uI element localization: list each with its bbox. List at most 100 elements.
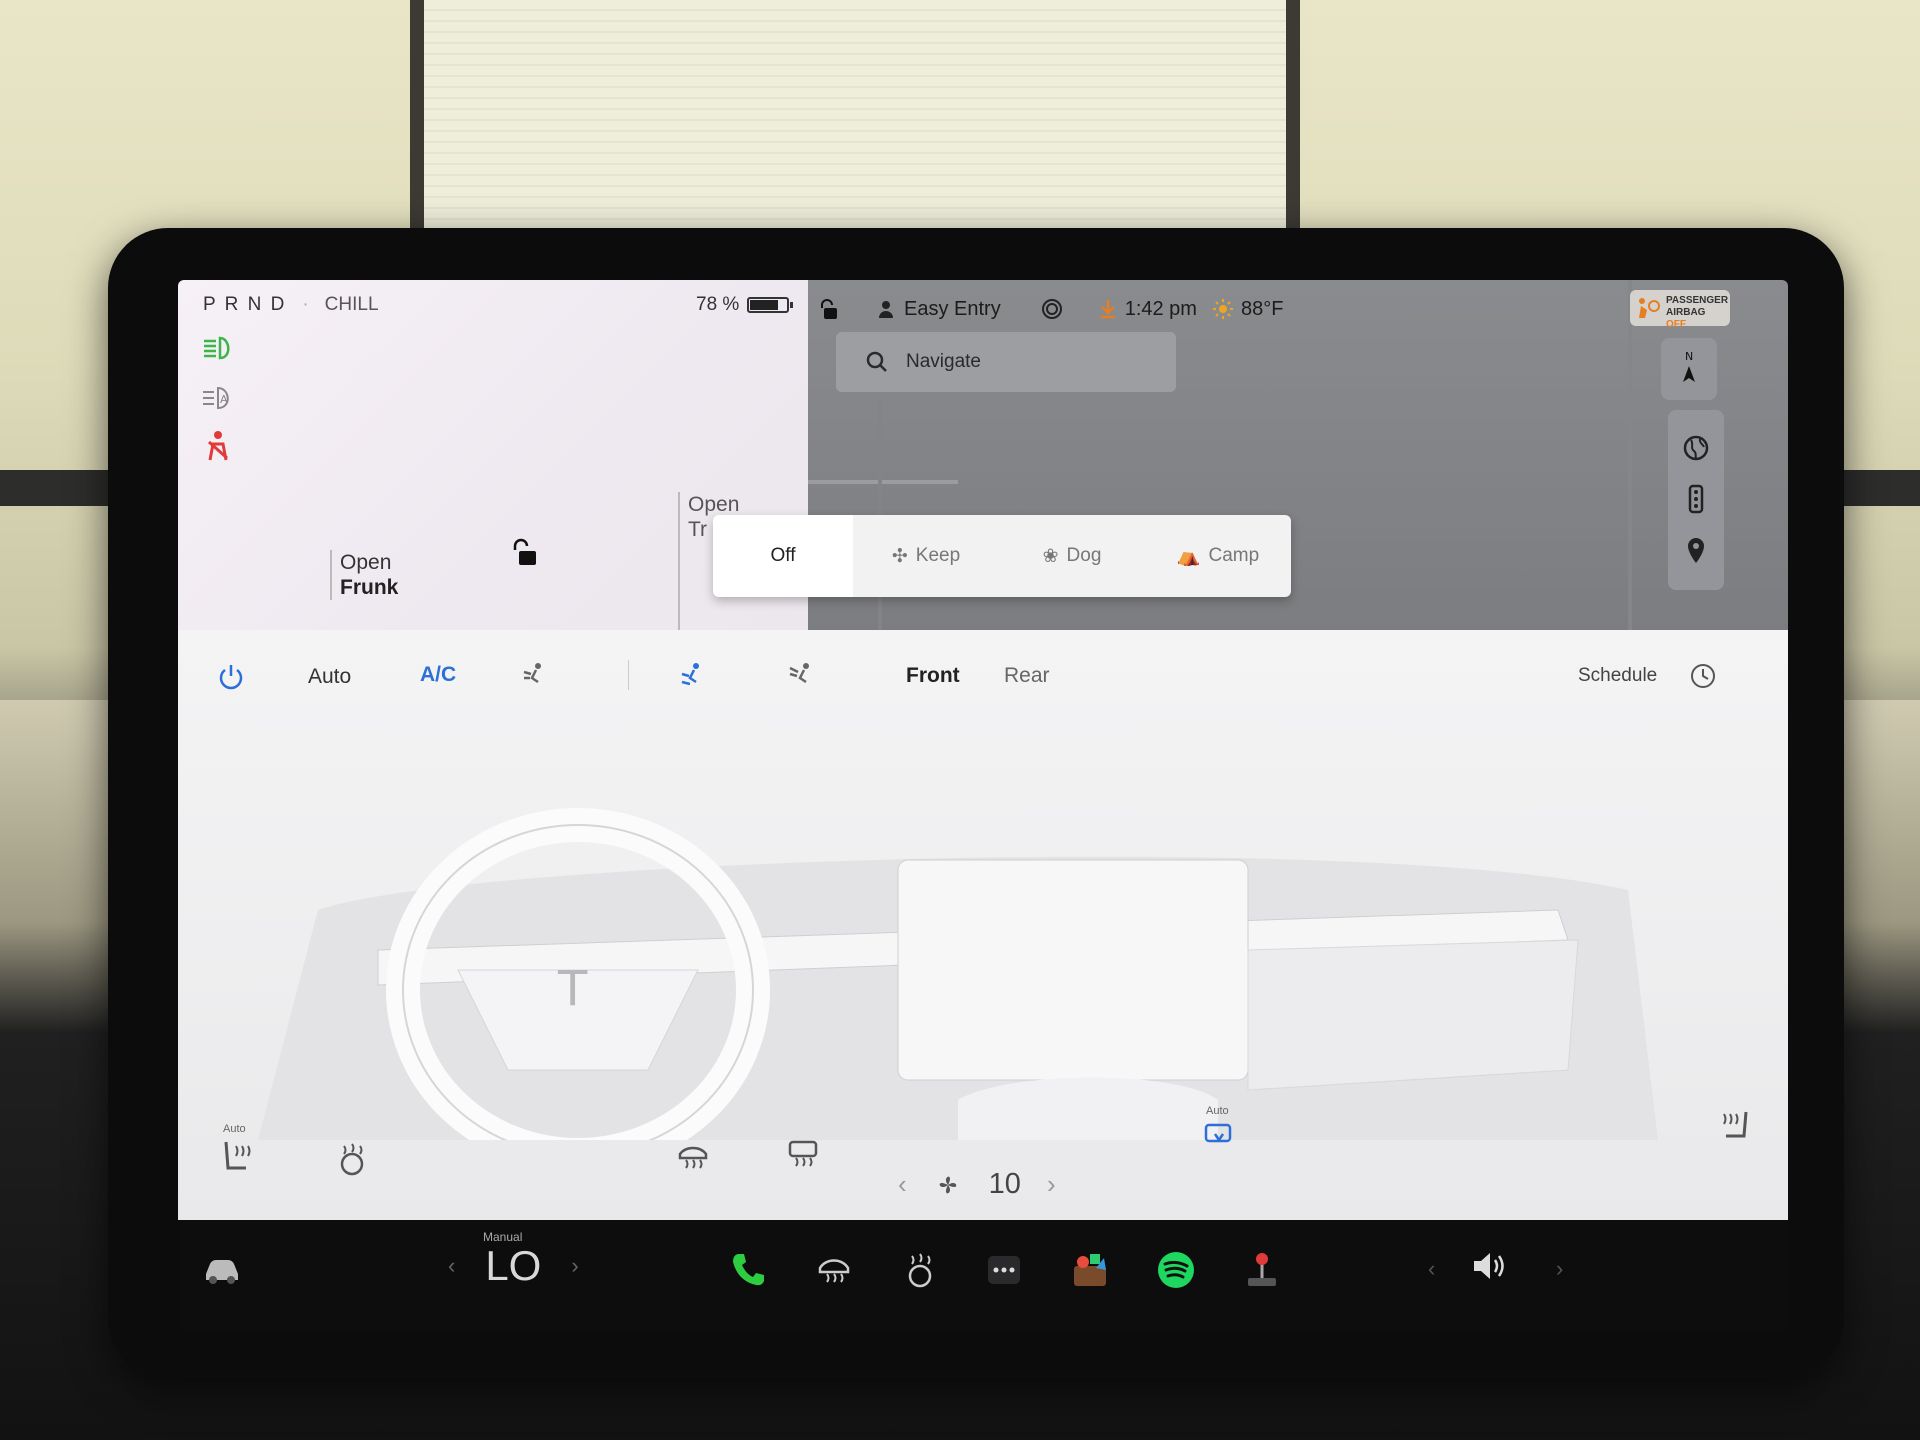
fan-icon (939, 1176, 956, 1193)
auto-high-beam-icon: A (203, 386, 229, 410)
compass-button[interactable]: N (1661, 338, 1717, 400)
climate-keeper-keep[interactable]: ✣ Keep (853, 515, 999, 597)
climate-keeper-dog-label: Dog (1066, 545, 1102, 566)
climate-keeper-keep-label: Keep (915, 545, 961, 566)
time-display: 1:42 pm (1124, 297, 1197, 320)
schedule-button[interactable]: Schedule (1578, 665, 1657, 687)
arcade-joystick-icon[interactable] (1240, 1248, 1284, 1292)
volume-increase-chevron-icon[interactable]: › (1556, 1256, 1563, 1282)
clock-icon[interactable] (1690, 663, 1716, 689)
dock-steering-heater-icon[interactable] (898, 1248, 942, 1292)
climate-auto-button[interactable]: Auto (308, 665, 351, 689)
front-defrost-icon[interactable] (676, 1140, 710, 1170)
navigate-placeholder: Navigate (906, 351, 981, 372)
temp-decrease-chevron-icon[interactable]: ‹ (448, 1253, 455, 1279)
climate-power-icon[interactable] (216, 662, 246, 692)
map-road (1628, 280, 1632, 630)
airflow-windshield-icon[interactable] (786, 660, 816, 690)
center-screen-shape (897, 859, 1249, 1081)
car-icon[interactable] (200, 1248, 244, 1292)
tent-icon: ⛺ (1176, 546, 1201, 567)
climate-keeper-off[interactable]: Off (713, 515, 853, 597)
fan-increase-chevron-icon[interactable]: › (1047, 1169, 1056, 1200)
fan-speed-value: 10 (988, 1168, 1021, 1200)
svg-text:T: T (557, 961, 588, 1017)
dock-front-defrost-icon[interactable] (812, 1248, 856, 1292)
search-icon (866, 351, 887, 372)
climate-keeper-camp[interactable]: ⛺ Camp (1145, 515, 1291, 597)
map-controls (1668, 410, 1724, 590)
climate-keeper-selector: Off ✣ Keep ❀ Dog ⛺ Camp (713, 515, 1291, 597)
sentry-mode-icon[interactable] (1041, 298, 1063, 320)
lock-status-icon[interactable] (818, 298, 838, 320)
divider (628, 660, 629, 690)
software-update-icon[interactable] (1099, 299, 1117, 319)
seatbelt-warning-icon (208, 431, 228, 461)
traffic-light-icon[interactable] (1685, 484, 1707, 514)
recirculation-icon[interactable] (1203, 1122, 1233, 1148)
seat-auto-label: Auto (223, 1123, 246, 1135)
driver-profile[interactable]: Easy Entry (876, 298, 1001, 321)
spotify-icon[interactable] (1154, 1248, 1198, 1292)
cabin-interior-illustration: T (258, 808, 1658, 1140)
recirculation-auto-label: Auto (1206, 1105, 1229, 1117)
passenger-seat-heater-icon[interactable] (1718, 1108, 1752, 1144)
open-frunk-label-1: Open (340, 551, 392, 574)
drive-status: P R N D · CHILL (203, 294, 379, 316)
bottom-dock: Manual ‹ LO › ‹ › (178, 1220, 1788, 1330)
open-frunk-label-2: Frunk (340, 576, 399, 599)
sun-icon (1212, 299, 1233, 319)
map-road (808, 480, 958, 484)
airbag-state: OFF (1666, 319, 1686, 330)
outside-temperature: 88°F (1212, 297, 1284, 321)
globe-icon[interactable] (1682, 434, 1710, 462)
climate-keeper-off-label: Off (770, 545, 796, 566)
airbag-label-1: PASSENGER (1666, 295, 1729, 306)
gear-indicator: P R N D (203, 294, 287, 315)
location-pin-icon[interactable] (1685, 536, 1707, 566)
window-blind (410, 0, 1300, 235)
navigate-search[interactable]: Navigate (836, 332, 1176, 392)
person-icon (879, 301, 893, 318)
temperature-control: ‹ LO › (448, 1242, 579, 1290)
fan-small-icon: ✣ (891, 545, 908, 567)
top-status-bar: Easy Entry 1:42 pm 88°F (818, 294, 1283, 324)
airbag-icon (1639, 298, 1660, 318)
tab-rear[interactable]: Rear (1004, 664, 1050, 688)
driver-profile-name: Easy Entry (904, 297, 1001, 320)
volume-icon[interactable] (1468, 1244, 1512, 1288)
battery-status: 78 % (696, 294, 794, 316)
rear-defrost-icon[interactable] (786, 1138, 820, 1168)
climate-toolbar: Auto A/C Front Rear Schedule (178, 630, 1788, 730)
airflow-feet-icon[interactable] (676, 660, 706, 690)
temperature-value[interactable]: LO (485, 1242, 541, 1290)
headlights-on-icon (204, 336, 230, 360)
status-separator: · (302, 294, 309, 315)
fan-speed-control: ‹ 10 › (898, 1168, 1056, 1201)
battery-percent: 78 % (696, 294, 740, 315)
outside-temperature-value: 88°F (1240, 297, 1284, 320)
more-apps-icon[interactable] (982, 1248, 1026, 1292)
driver-seat-heater-icon[interactable] (220, 1138, 254, 1178)
temp-increase-chevron-icon[interactable]: › (571, 1253, 578, 1279)
clock: 1:42 pm (1099, 298, 1197, 321)
climate-keeper-dog[interactable]: ❀ Dog (999, 515, 1145, 597)
phone-icon[interactable] (726, 1248, 770, 1292)
steering-wheel-heater-icon[interactable] (336, 1142, 368, 1176)
unlock-icon[interactable] (510, 538, 538, 568)
toybox-icon[interactable] (1068, 1248, 1112, 1292)
volume-decrease-chevron-icon[interactable]: ‹ (1428, 1256, 1435, 1282)
tab-front[interactable]: Front (906, 664, 960, 688)
fan-decrease-chevron-icon[interactable]: ‹ (898, 1169, 907, 1200)
airflow-face-icon[interactable] (518, 660, 548, 690)
ac-button[interactable]: A/C (420, 663, 456, 687)
touchscreen: P R N D · CHILL 78 % A Open Frunk Open T… (178, 280, 1788, 1330)
open-frunk-button[interactable]: Open Frunk (330, 550, 398, 600)
airbag-label-2: AIRBAG (1666, 307, 1706, 318)
paw-icon: ❀ (1042, 545, 1059, 567)
climate-keeper-camp-label: Camp (1208, 545, 1260, 566)
passenger-airbag-indicator: PASSENGER AIRBAG OFF (1630, 290, 1730, 330)
battery-level-fill (750, 300, 778, 310)
climate-bottom-controls: Auto ‹ 10 › Auto (178, 1105, 1788, 1220)
svg-text:A: A (220, 393, 228, 406)
